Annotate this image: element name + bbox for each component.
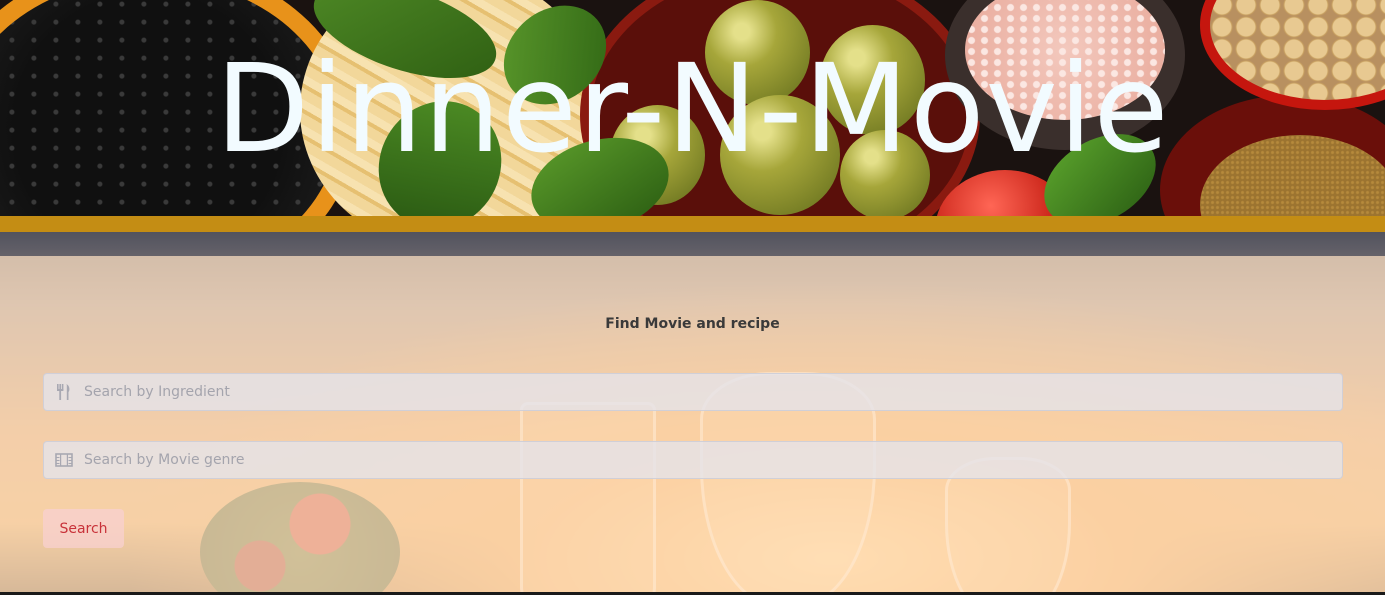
search-panel: Find Movie and recipe Search by Ingredie… (0, 256, 1385, 592)
site-title: Dinner-N-Movie (215, 38, 1170, 180)
search-button[interactable]: Search (43, 509, 124, 548)
search-heading: Find Movie and recipe (605, 316, 780, 332)
utensils-icon (55, 383, 73, 401)
genre-search-box (43, 441, 1343, 479)
ingredient-search-input[interactable] (84, 374, 1324, 410)
film-icon (55, 451, 73, 469)
ingredient-search-box (43, 373, 1343, 411)
hero-banner: Dinner-N-Movie (0, 0, 1385, 216)
gold-divider (0, 216, 1385, 232)
genre-search-input[interactable] (84, 442, 1324, 478)
page: Dinner-N-Movie Find Movie and recipe Sea… (0, 0, 1385, 595)
